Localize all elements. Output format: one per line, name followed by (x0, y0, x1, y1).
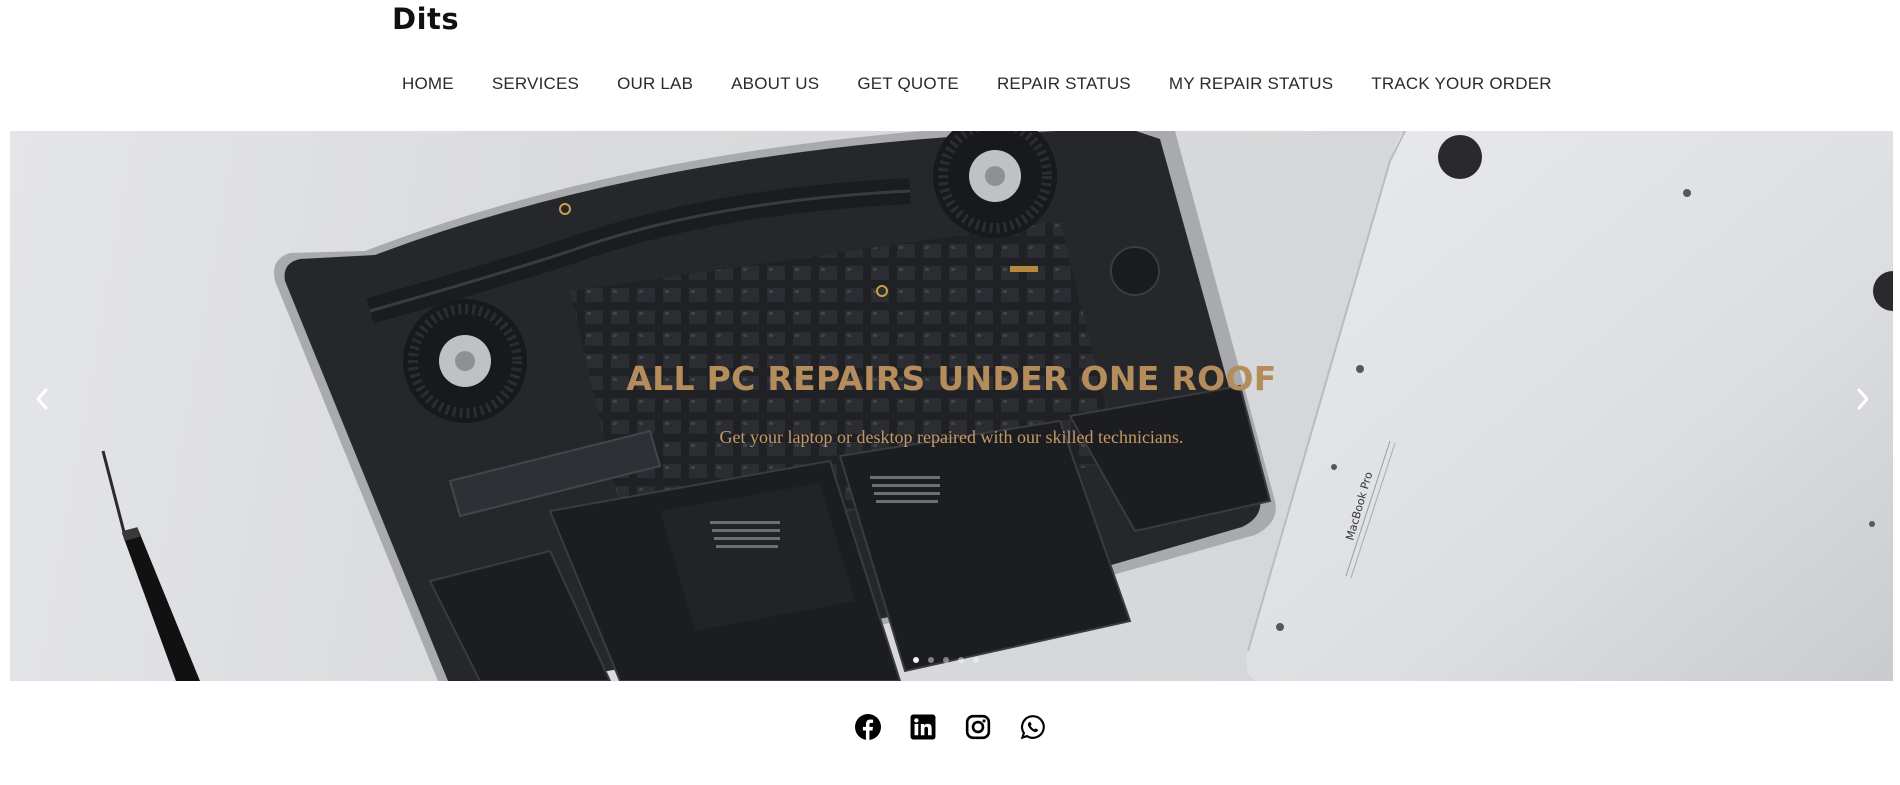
facebook-link[interactable] (855, 714, 881, 740)
main-nav: HOME SERVICES OUR LAB ABOUT US GET QUOTE… (383, 70, 1571, 98)
nav-item-get-quote[interactable]: GET QUOTE (838, 70, 978, 98)
chevron-right-icon (1857, 388, 1869, 410)
laptop-bottom-case: MacBook Pro (1246, 131, 1893, 681)
site-logo[interactable]: Dits (392, 2, 459, 36)
social-links (855, 714, 1046, 740)
slider-dot-5[interactable] (973, 657, 979, 663)
nav-item-track-your-order[interactable]: TRACK YOUR ORDER (1352, 70, 1570, 98)
whatsapp-icon (1020, 715, 1045, 740)
slider-dot-3[interactable] (943, 657, 949, 663)
nav-item-my-repair-status[interactable]: MY REPAIR STATUS (1150, 70, 1352, 98)
nav-item-services[interactable]: SERVICES (473, 70, 598, 98)
slider-dot-2[interactable] (928, 657, 934, 663)
slider-dot-1[interactable] (913, 657, 919, 663)
slider-dots (913, 657, 979, 663)
slider-dot-4[interactable] (958, 657, 964, 663)
linkedin-icon (910, 714, 936, 740)
site-header: Dits HOME SERVICES OUR LAB ABOUT US GET … (0, 0, 1900, 131)
nav-item-our-lab[interactable]: OUR LAB (598, 70, 712, 98)
hero-background-image: MacBook Pro (101, 131, 1893, 681)
slider-next-button[interactable] (1845, 381, 1881, 417)
hero-subtitle: Get your laptop or desktop repaired with… (719, 427, 1184, 447)
facebook-icon (855, 714, 881, 740)
nav-item-about-us[interactable]: ABOUT US (712, 70, 838, 98)
laptop-internals (274, 131, 1276, 681)
linkedin-link[interactable] (910, 714, 936, 740)
screwdriver (101, 450, 200, 681)
hero-title: ALL PC REPAIRS UNDER ONE ROOF (626, 359, 1277, 398)
nav-item-home[interactable]: HOME (383, 70, 473, 98)
chevron-left-icon (36, 388, 48, 410)
slider-prev-button[interactable] (24, 381, 60, 417)
hero-slider: MacBook Pro ALL PC REPAIRS UNDER ONE ROO… (10, 131, 1893, 681)
whatsapp-link[interactable] (1020, 714, 1046, 740)
nav-item-repair-status[interactable]: REPAIR STATUS (978, 70, 1150, 98)
instagram-icon (965, 714, 991, 740)
instagram-link[interactable] (965, 714, 991, 740)
